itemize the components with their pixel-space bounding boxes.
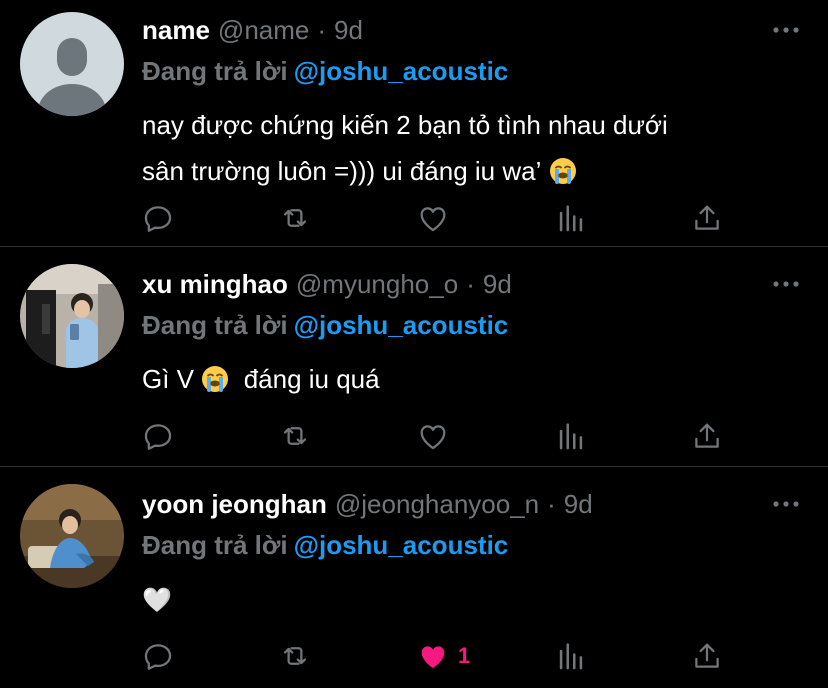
tweet-text-part: đáng iu quá (243, 364, 380, 394)
user-handle[interactable]: @jeonghanyoo_n (335, 489, 539, 520)
more-horizontal-icon (773, 27, 799, 33)
analytics-bars-icon (559, 205, 583, 232)
more-options-button[interactable] (770, 492, 802, 516)
share-button[interactable] (690, 198, 724, 238)
tweet-text-part: Gì V (142, 364, 195, 394)
replying-to-handle[interactable]: @joshu_acoustic (294, 310, 509, 340)
more-horizontal-icon (773, 281, 799, 287)
tweet-actions (0, 198, 828, 238)
tweet-text-line-with-emoji: sân trường luôn =))) ui đáng iu wa’ (142, 148, 782, 199)
retweet-icon (283, 209, 307, 227)
share-button[interactable] (690, 636, 724, 676)
timestamp[interactable]: 9d (334, 15, 363, 46)
like-button[interactable] (416, 416, 450, 456)
separator-dot: · (317, 14, 327, 45)
like-count: 1 (458, 643, 471, 668)
reply-button[interactable] (141, 416, 175, 456)
tweet-header: name @name · 9d (142, 10, 363, 50)
display-name[interactable]: name (142, 15, 210, 46)
loudly-crying-face-icon (549, 153, 577, 199)
tweet-1[interactable]: name @name · 9d Đang trả lời @joshu_acous… (0, 10, 828, 246)
loudly-crying-face-icon (201, 361, 229, 407)
replying-to: Đang trả lời @joshu_acoustic (142, 310, 508, 341)
heart-filled-icon (421, 646, 445, 669)
white-heart-emoji: 🤍 (142, 586, 172, 614)
profile-photo-seated-person (20, 484, 124, 588)
tweet-header: yoon jeonghan @jeonghanyoo_n · 9d (142, 484, 593, 524)
tweet-text-line: nay được chứng kiến 2 bạn tỏ tình nhau d… (142, 110, 668, 140)
timestamp[interactable]: 9d (564, 489, 593, 520)
reply-icon (144, 644, 172, 670)
default-profile-icon (20, 12, 124, 116)
replying-to-label: Đang trả lời (142, 56, 288, 86)
avatar-photo[interactable] (20, 484, 124, 588)
replying-to: Đang trả lời @joshu_acoustic (142, 530, 508, 561)
display-name[interactable]: yoon jeonghan (142, 489, 327, 520)
analytics-bars-icon (559, 643, 583, 670)
reply-icon (144, 424, 172, 450)
share-button[interactable] (690, 416, 724, 456)
analytics-bars-icon (559, 423, 583, 450)
share-upload-icon (695, 643, 719, 668)
tweet-actions: 1 (0, 636, 828, 676)
retweet-button[interactable] (278, 416, 312, 456)
share-upload-icon (695, 423, 719, 448)
like-button-active[interactable]: 1 (416, 636, 470, 676)
avatar-default[interactable] (20, 12, 124, 116)
replying-to-label: Đang trả lời (142, 530, 288, 560)
tweet-divider (0, 246, 828, 247)
user-handle[interactable]: @name (218, 15, 309, 46)
tweet-2[interactable]: xu minghao @myungho_o · 9d Đang trả lời @… (0, 264, 828, 464)
replying-to-handle[interactable]: @joshu_acoustic (294, 530, 509, 560)
user-handle[interactable]: @myungho_o (296, 269, 458, 300)
tweet-text: 🤍 (142, 576, 782, 623)
more-horizontal-icon (773, 501, 799, 507)
replying-to: Đang trả lời @joshu_acoustic (142, 56, 508, 87)
analytics-button[interactable] (554, 636, 588, 676)
separator-dot: · (547, 488, 556, 519)
retweet-icon (283, 427, 307, 445)
analytics-button[interactable] (554, 416, 588, 456)
separator-dot: · (466, 268, 475, 299)
tweet-divider (0, 466, 828, 467)
retweet-icon (283, 647, 307, 665)
tweet-3[interactable]: yoon jeonghan @jeonghanyoo_n · 9d Đang t… (0, 484, 828, 688)
tweet-text-line: sân trường luôn =))) ui đáng iu wa’ (142, 156, 542, 186)
reply-button[interactable] (141, 636, 175, 676)
share-upload-icon (695, 205, 719, 230)
tweet-text: nay được chứng kiến 2 bạn tỏ tình nhau d… (142, 102, 782, 199)
retweet-button[interactable] (278, 198, 312, 238)
more-options-button[interactable] (770, 18, 802, 42)
replying-to-label: Đang trả lời (142, 310, 288, 340)
analytics-button[interactable] (554, 198, 588, 238)
profile-photo-mirror-selfie (20, 264, 124, 368)
heart-outline-icon (420, 425, 446, 450)
reply-icon (144, 206, 172, 232)
tweet-text: Gì V đáng iu quá (142, 356, 782, 407)
tweet-actions (0, 416, 828, 456)
tweet-header: xu minghao @myungho_o · 9d (142, 264, 512, 304)
more-options-button[interactable] (770, 272, 802, 296)
avatar-photo[interactable] (20, 264, 124, 368)
heart-outline-icon (420, 207, 446, 232)
timestamp[interactable]: 9d (483, 269, 512, 300)
retweet-button[interactable] (278, 636, 312, 676)
display-name[interactable]: xu minghao (142, 269, 288, 300)
reply-button[interactable] (141, 198, 175, 238)
replying-to-handle[interactable]: @joshu_acoustic (294, 56, 509, 86)
like-button[interactable] (416, 198, 450, 238)
